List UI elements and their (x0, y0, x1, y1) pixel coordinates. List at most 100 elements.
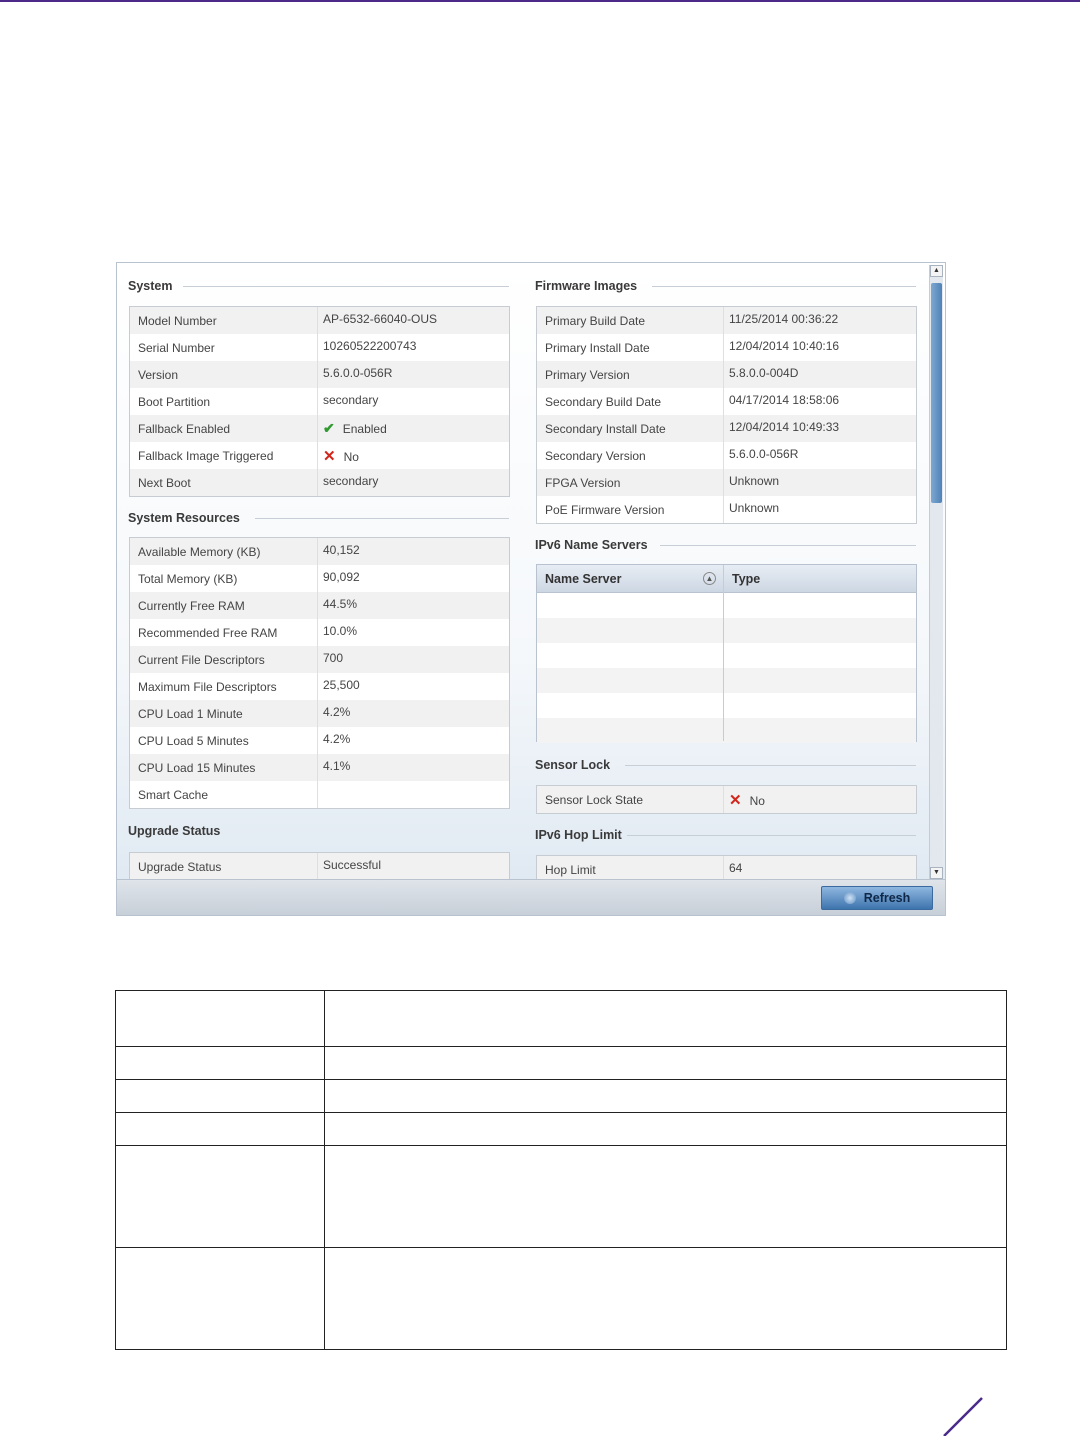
refresh-icon (843, 892, 856, 904)
scrollbar-thumb[interactable] (931, 283, 942, 503)
row-label: Recommended Free RAM (138, 626, 278, 640)
info-row: Fallback Enabled ✔ Enabled (130, 415, 509, 442)
sort-icon[interactable]: ▲ (703, 572, 716, 585)
info-row: Fallback Image Triggered ✕ No (130, 442, 509, 469)
row-label: Fallback Image Triggered (138, 449, 274, 463)
sensor-lock-box: Sensor Lock State ✕ No (536, 785, 917, 814)
row-label: Maximum File Descriptors (138, 680, 277, 694)
top-rule (0, 0, 1080, 2)
row-label: Smart Cache (138, 788, 209, 802)
row-value: 5.6.0.0-056R (729, 447, 798, 461)
corner-slash-mark (943, 1397, 983, 1436)
scroll-down-arrow-icon[interactable]: ▼ (930, 867, 943, 879)
info-row: Primary Version 5.8.0.0-004D (537, 361, 916, 388)
info-row: Serial Number 10260522200743 (130, 334, 509, 361)
column-header-name-server[interactable]: Name Server (545, 572, 621, 586)
info-row: Smart Cache (130, 781, 509, 808)
row-label: Upgrade Status (138, 860, 222, 874)
table-cell (324, 1079, 1007, 1113)
row-label: Fallback Enabled (138, 422, 231, 436)
row-value-text: 40,152 (323, 543, 360, 557)
column-header-type[interactable]: Type (732, 572, 760, 586)
info-row: CPU Load 1 Minute 4.2% (130, 700, 509, 727)
info-row: Secondary Install Date 12/04/2014 10:49:3… (537, 415, 916, 442)
row-label: Current File Descriptors (138, 653, 265, 667)
row-value: 40,152 (323, 543, 360, 557)
info-row: PoE Firmware Version Unknown (537, 496, 916, 523)
row-value: 90,092 (323, 570, 360, 584)
upgrade-status-title-text: Upgrade Status (128, 824, 221, 838)
row-value-text: 11/25/2014 00:36:22 (729, 312, 839, 326)
system-resources-title-rule (255, 517, 509, 519)
row-label: Available Memory (KB) (138, 545, 261, 559)
column-divider (723, 786, 724, 813)
info-row: Next Boot secondary (130, 469, 509, 496)
column-divider (317, 853, 318, 880)
column-divider (317, 538, 318, 808)
upgrade-status-box: Upgrade Status Successful (129, 852, 510, 881)
upgrade-status-section-title: Upgrade Status (128, 824, 220, 838)
sensor-lock-title-rule (625, 764, 916, 766)
row-value-text: 64 (729, 861, 743, 875)
row-label: Serial Number (138, 341, 215, 355)
ipv6-hop-limit-title-text: IPv6 Hop Limit (535, 828, 622, 842)
row-value-text: 5.6.0.0-056R (729, 447, 799, 461)
column-divider (317, 307, 318, 496)
row-label: Primary Build Date (545, 314, 646, 328)
system-info-box: Model Number AP-6532-66040-OUS Serial Numb… (129, 306, 510, 497)
row-value-text: AP-6532-66040-OUS (323, 312, 438, 326)
row-label: Model Number (138, 314, 217, 328)
row-value-text: 44.5% (323, 597, 358, 611)
ipv6-name-servers-header: Name Server ▲ Type (537, 565, 916, 593)
system-resources-section-title: System Resources (128, 511, 240, 525)
row-value-text: No (343, 450, 359, 464)
table-cell (115, 1145, 325, 1248)
ipv6-hop-limit-title-rule (627, 834, 916, 836)
device-info-panel: System Model Number AP-6532-66040-OUS Seri… (116, 262, 946, 916)
table-cell (324, 1046, 1007, 1080)
row-value-text: 4.1% (323, 759, 351, 773)
row-value: 12/04/2014 10:40:16 (729, 339, 839, 353)
system-title-text: System (128, 279, 173, 293)
row-label: Secondary Build Date (545, 395, 662, 409)
row-value: 700 (323, 651, 343, 665)
vertical-scrollbar[interactable]: ▲ ▼ (929, 265, 943, 879)
info-row: Sensor Lock State ✕ No (537, 786, 916, 813)
row-value: Unknown (729, 474, 779, 488)
row-value: 64 (729, 861, 742, 875)
row-value-text: 10.0% (323, 624, 358, 638)
table-row (537, 718, 916, 743)
row-value-text: secondary (323, 474, 379, 488)
x-icon: ✕ (323, 448, 336, 465)
row-value: ✔ Enabled (323, 420, 387, 437)
column-divider (723, 565, 724, 741)
row-label: Currently Free RAM (138, 599, 245, 613)
info-row: Model Number AP-6532-66040-OUS (130, 307, 509, 334)
row-value: 4.2% (323, 732, 350, 746)
row-label: PoE Firmware Version (545, 503, 665, 517)
row-value-text: 12/04/2014 10:49:33 (729, 420, 840, 434)
panel-footer: Refresh (117, 879, 945, 915)
table-cell (324, 990, 1007, 1047)
row-value: 11/25/2014 00:36:22 (729, 312, 838, 326)
info-row: Secondary Version 5.6.0.0-056R (537, 442, 916, 469)
row-label: Version (138, 368, 179, 382)
table-row (537, 593, 916, 618)
row-value: secondary (323, 474, 378, 488)
row-value-text: 700 (323, 651, 344, 665)
info-row: FPGA Version Unknown (537, 469, 916, 496)
refresh-button[interactable]: Refresh (821, 886, 933, 910)
row-value-text: 5.8.0.0-004D (729, 366, 799, 380)
info-row: Secondary Build Date 04/17/2014 18:58:06 (537, 388, 916, 415)
row-value: Unknown (729, 501, 779, 515)
row-label: Hop Limit (545, 863, 596, 877)
info-row: CPU Load 5 Minutes 4.2% (130, 727, 509, 754)
row-value: Successful (323, 858, 381, 872)
row-label: Primary Install Date (545, 341, 650, 355)
scroll-up-arrow-icon[interactable]: ▲ (930, 265, 943, 277)
row-value: 5.6.0.0-056R (323, 366, 392, 380)
table-row (115, 1112, 1007, 1146)
row-value-text: Unknown (729, 474, 780, 488)
info-row: CPU Load 15 Minutes 4.1% (130, 754, 509, 781)
table-cell (324, 1247, 1007, 1350)
